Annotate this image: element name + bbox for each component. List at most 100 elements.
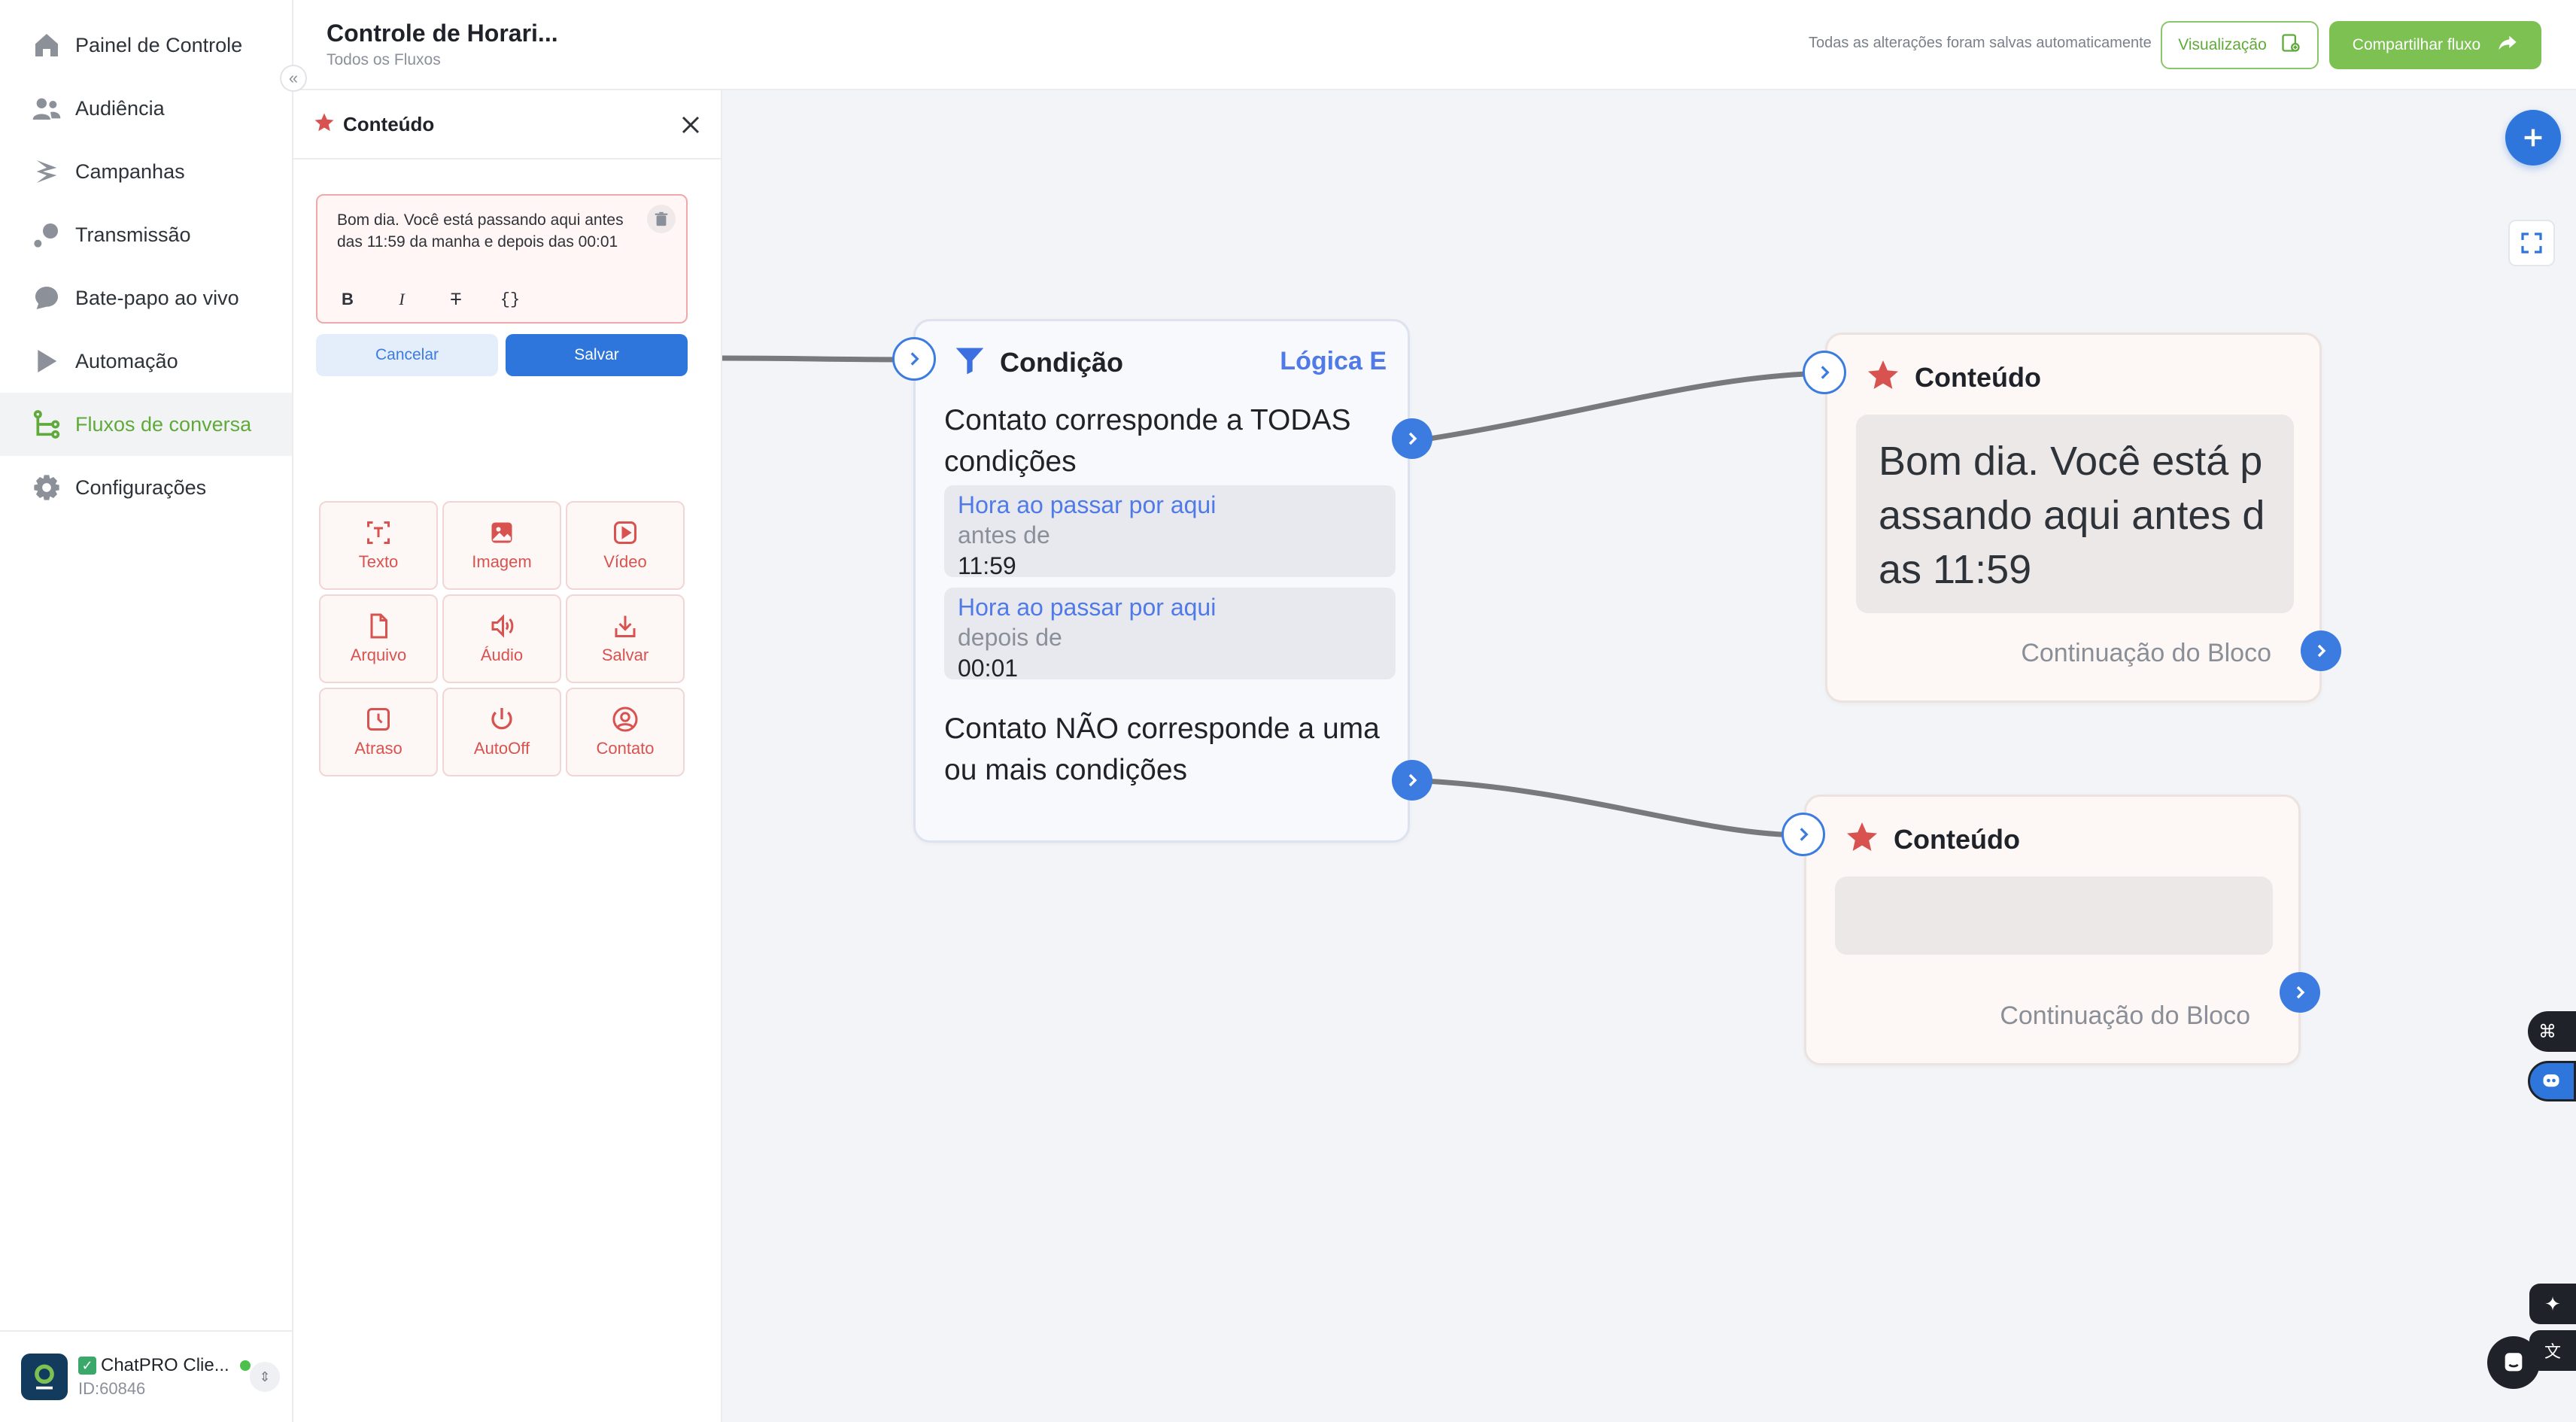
- tile-label: Arquivo: [350, 646, 407, 664]
- strikethrough-icon[interactable]: T: [439, 283, 472, 316]
- people-icon: [30, 92, 63, 125]
- account-name: ChatPRO Clie...: [101, 1355, 229, 1375]
- trash-icon[interactable]: [647, 205, 676, 233]
- content-type-grid: Texto Imagem Vídeo Arquivo Áudio Salvar: [319, 501, 685, 776]
- tile-label: Texto: [358, 552, 399, 571]
- image-icon: [491, 522, 512, 543]
- content-output-port[interactable]: [2301, 630, 2341, 671]
- sidebar-item-bate-papo[interactable]: Bate-papo ao vivo: [0, 266, 292, 330]
- cancel-button[interactable]: Cancelar: [316, 334, 498, 376]
- condition-rule[interactable]: Hora ao passar por aqui depois de 00:01: [944, 588, 1396, 682]
- sidebar-item-label: Fluxos de conversa: [75, 412, 252, 436]
- content-input-port[interactable]: [1782, 813, 1825, 856]
- content-input-port[interactable]: [1803, 351, 1846, 394]
- share-flow-button[interactable]: Compartilhar fluxo: [2329, 21, 2541, 69]
- sidebar-item-transmissao[interactable]: Transmissão: [0, 203, 292, 266]
- bold-icon[interactable]: B: [331, 283, 364, 316]
- sidebar-item-painel[interactable]: Painel de Controle: [0, 14, 292, 77]
- connection-nomatch: [1424, 778, 1805, 838]
- breadcrumb[interactable]: Todos os Fluxos: [327, 51, 441, 69]
- account-switcher[interactable]: ✓ ChatPRO Clie... ID:60846 ⇕: [0, 1330, 293, 1422]
- sidebar-nav: Painel de Controle Audiência Campanhas T…: [0, 0, 292, 519]
- sidebar-item-automacao[interactable]: Automação: [0, 330, 292, 393]
- assistant-widget[interactable]: [2528, 1061, 2576, 1101]
- tile-save[interactable]: Salvar: [566, 594, 685, 683]
- condition-input-port[interactable]: [892, 337, 936, 381]
- italic-icon[interactable]: I: [385, 283, 418, 316]
- message-textarea[interactable]: Bom dia. Você está passando aqui antes d…: [337, 209, 653, 253]
- chat-bubble-icon: [30, 281, 63, 314]
- video-icon: [614, 521, 636, 544]
- collapse-sidebar-button[interactable]: «: [280, 65, 307, 92]
- sidebar-item-campanhas[interactable]: Campanhas: [0, 140, 292, 203]
- audio-icon: [491, 614, 514, 638]
- shortcuts-widget[interactable]: ⌘: [2528, 1011, 2576, 1052]
- clock-icon: [367, 708, 390, 731]
- sidebar-item-label: Bate-papo ao vivo: [75, 286, 239, 309]
- close-icon[interactable]: [676, 110, 706, 140]
- content-output-port[interactable]: [2280, 972, 2320, 1013]
- support-chat-button[interactable]: [2487, 1336, 2540, 1389]
- variable-braces-icon[interactable]: {}: [494, 283, 527, 316]
- message-editor[interactable]: Bom dia. Você está passando aqui antes d…: [316, 194, 688, 324]
- download-icon: [615, 615, 636, 637]
- logic-mode[interactable]: Lógica E: [1280, 347, 1387, 376]
- home-icon: [30, 29, 63, 62]
- fullscreen-button[interactable]: [2508, 220, 2555, 266]
- connection-incoming: [722, 355, 914, 363]
- power-icon: [491, 708, 512, 730]
- preview-icon: [2280, 32, 2301, 58]
- broadcast-icon: [30, 218, 63, 251]
- content-editor-panel: Conteúdo Bom dia. Você está passando aqu…: [293, 90, 722, 1422]
- funnel-icon: [953, 344, 986, 381]
- nomatch-output-port[interactable]: [1392, 760, 1432, 801]
- sidebar-item-audiencia[interactable]: Audiência: [0, 77, 292, 140]
- content-title: Conteúdo: [1915, 361, 2041, 393]
- sidebar: Painel de Controle Audiência Campanhas T…: [0, 0, 293, 1422]
- condition-node[interactable]: Condição Lógica E Contato corresponde a …: [913, 319, 1410, 843]
- connection-match: [1424, 370, 1826, 442]
- sidebar-item-configuracoes[interactable]: Configurações: [0, 456, 292, 519]
- tile-contact[interactable]: Contato: [566, 688, 685, 776]
- tile-label: Vídeo: [603, 552, 647, 571]
- chevron-updown-icon[interactable]: ⇕: [250, 1362, 280, 1392]
- tile-label: AutoOff: [473, 739, 530, 758]
- app-root: Painel de Controle Audiência Campanhas T…: [0, 0, 2576, 1422]
- ai-sparkle-button[interactable]: ✦: [2529, 1284, 2576, 1324]
- tile-text[interactable]: Texto: [319, 501, 438, 590]
- tile-delay[interactable]: Atraso: [319, 688, 438, 776]
- tile-autooff[interactable]: AutoOff: [442, 688, 561, 776]
- tile-image[interactable]: Imagem: [442, 501, 561, 590]
- block-continuation: Continuação do Bloco: [2000, 1001, 2250, 1030]
- flow-canvas[interactable]: Condição Lógica E Contato corresponde a …: [722, 90, 2576, 1422]
- rule-operator: antes de: [958, 521, 1050, 548]
- panel-header: Conteúdo: [293, 90, 721, 160]
- tile-file[interactable]: Arquivo: [319, 594, 438, 683]
- account-info: ✓ ChatPRO Clie... ID:60846: [78, 1355, 251, 1399]
- condition-title: Condição: [1000, 346, 1124, 378]
- content-node[interactable]: Conteúdo Bom dia. Você está passando aqu…: [1825, 333, 2322, 703]
- sidebar-item-label: Transmissão: [75, 223, 191, 246]
- rule-operator: depois de: [958, 624, 1062, 651]
- content-node[interactable]: Conteúdo Continuação do Bloco: [1804, 795, 2301, 1065]
- preview-button[interactable]: Visualização: [2161, 21, 2319, 69]
- condition-rule[interactable]: Hora ao passar por aqui antes de 11:59: [944, 485, 1396, 579]
- account-id: ID:60846: [78, 1379, 146, 1398]
- share-icon: [2497, 32, 2518, 58]
- tile-audio[interactable]: Áudio: [442, 594, 561, 683]
- tile-label: Imagem: [472, 552, 532, 571]
- match-output-port[interactable]: [1392, 418, 1432, 459]
- gear-icon: [30, 471, 63, 504]
- sidebar-item-label: Configurações: [75, 476, 207, 499]
- check-icon: ✓: [78, 1357, 96, 1375]
- tile-video[interactable]: Vídeo: [566, 501, 685, 590]
- save-button[interactable]: Salvar: [506, 334, 688, 376]
- no-match-text: Contato NÃO corresponde a uma ou mais co…: [944, 713, 1380, 786]
- add-block-button[interactable]: [2505, 110, 2561, 166]
- contact-icon: [612, 706, 638, 732]
- sidebar-item-fluxos[interactable]: Fluxos de conversa: [0, 393, 292, 456]
- flow-icon: [30, 408, 63, 441]
- top-header: Controle de Horari... Todos os Fluxos To…: [293, 0, 2576, 90]
- message-preview: Bom dia. Você está passando aqui antes d…: [1856, 415, 2294, 613]
- block-continuation: Continuação do Bloco: [2021, 639, 2271, 667]
